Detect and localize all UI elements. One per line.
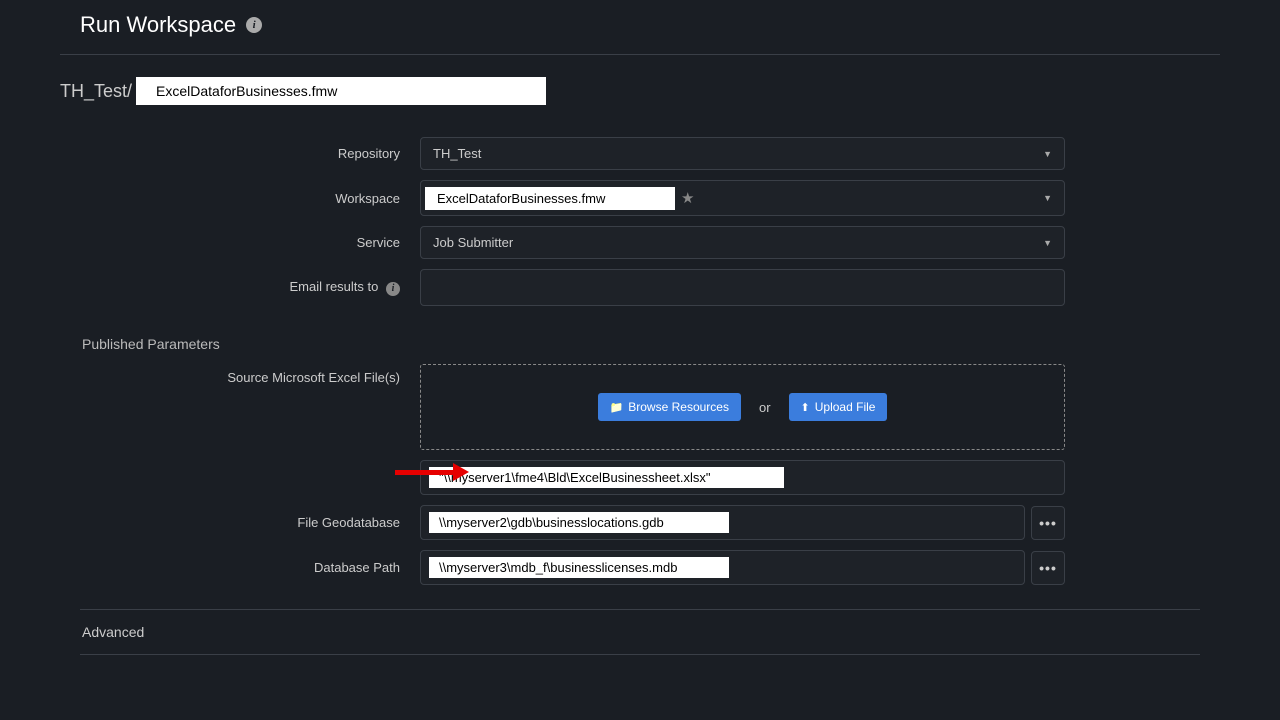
upload-file-button[interactable]: Upload File bbox=[789, 393, 888, 421]
browse-button-label: Browse Resources bbox=[628, 400, 729, 414]
input-db-path[interactable]: \\myserver3\mdb_f\businesslicenses.mdb bbox=[420, 550, 1025, 585]
row-email: Email results to i bbox=[80, 269, 1200, 306]
label-repository: Repository bbox=[80, 146, 420, 161]
arrow-head-icon bbox=[453, 463, 469, 481]
breadcrumb-prefix: TH_Test/ bbox=[60, 81, 132, 102]
upload-icon bbox=[801, 400, 810, 414]
file-drop-zone[interactable]: Browse Resources or Upload File bbox=[420, 364, 1065, 450]
input-email[interactable] bbox=[420, 269, 1065, 306]
info-icon[interactable]: i bbox=[386, 282, 400, 296]
breadcrumb: TH_Test/ ExcelDataforBusinesses.fmw bbox=[0, 55, 1280, 117]
arrow-shaft bbox=[395, 470, 453, 475]
select-service[interactable]: Job Submitter ▼ bbox=[420, 226, 1065, 259]
select-service-value: Job Submitter bbox=[433, 235, 513, 250]
row-source-path: "\\myserver1\fme4\Bld\ExcelBusinessheet.… bbox=[80, 460, 1200, 495]
advanced-heading[interactable]: Advanced bbox=[80, 610, 1200, 654]
chevron-down-icon: ▼ bbox=[1043, 149, 1052, 159]
published-params-heading: Published Parameters bbox=[80, 316, 1200, 364]
row-workspace: Workspace ExcelDataforBusinesses.fmw ★ ▼ bbox=[80, 180, 1200, 216]
breadcrumb-file: ExcelDataforBusinesses.fmw bbox=[136, 77, 546, 105]
value-file-gdb: \\myserver2\gdb\businesslocations.gdb bbox=[429, 512, 729, 533]
select-repository-value: TH_Test bbox=[433, 146, 481, 161]
select-repository[interactable]: TH_Test ▼ bbox=[420, 137, 1065, 170]
label-file-gdb: File Geodatabase bbox=[80, 515, 420, 530]
content-panel: Repository TH_Test ▼ Workspace ExcelData… bbox=[80, 125, 1200, 655]
value-source-path: "\\myserver1\fme4\Bld\ExcelBusinessheet.… bbox=[429, 467, 784, 488]
chevron-down-icon: ▼ bbox=[1043, 238, 1052, 248]
star-icon[interactable]: ★ bbox=[681, 189, 694, 207]
label-workspace: Workspace bbox=[80, 191, 420, 206]
upload-button-label: Upload File bbox=[815, 400, 876, 414]
info-icon[interactable]: i bbox=[246, 17, 262, 33]
browse-resources-button[interactable]: Browse Resources bbox=[598, 393, 741, 421]
label-email-text: Email results to bbox=[290, 279, 379, 294]
input-file-gdb[interactable]: \\myserver2\gdb\businesslocations.gdb bbox=[420, 505, 1025, 540]
browse-db-path-button[interactable]: ••• bbox=[1031, 551, 1065, 585]
section-divider bbox=[80, 654, 1200, 655]
label-source-excel: Source Microsoft Excel File(s) bbox=[80, 364, 420, 385]
row-source-excel: Source Microsoft Excel File(s) Browse Re… bbox=[80, 364, 1200, 450]
row-file-gdb: File Geodatabase \\myserver2\gdb\busines… bbox=[80, 505, 1200, 540]
label-email: Email results to i bbox=[80, 279, 420, 296]
browse-file-gdb-button[interactable]: ••• bbox=[1031, 506, 1065, 540]
value-db-path: \\myserver3\mdb_f\businesslicenses.mdb bbox=[429, 557, 729, 578]
select-workspace[interactable]: ExcelDataforBusinesses.fmw ★ ▼ bbox=[420, 180, 1065, 216]
row-service: Service Job Submitter ▼ bbox=[80, 226, 1200, 259]
chevron-down-icon: ▼ bbox=[1043, 193, 1052, 203]
row-db-path: Database Path \\myserver3\mdb_f\business… bbox=[80, 550, 1200, 585]
or-text: or bbox=[759, 400, 771, 415]
row-repository: Repository TH_Test ▼ bbox=[80, 137, 1200, 170]
page-title-text: Run Workspace bbox=[80, 12, 236, 38]
page-title: Run Workspace i bbox=[0, 0, 1280, 50]
select-workspace-value: ExcelDataforBusinesses.fmw bbox=[425, 187, 675, 210]
label-service: Service bbox=[80, 235, 420, 250]
input-source-path[interactable]: "\\myserver1\fme4\Bld\ExcelBusinessheet.… bbox=[420, 460, 1065, 495]
folder-icon bbox=[610, 400, 624, 414]
arrow-annotation bbox=[395, 463, 469, 481]
label-db-path: Database Path bbox=[80, 560, 420, 575]
